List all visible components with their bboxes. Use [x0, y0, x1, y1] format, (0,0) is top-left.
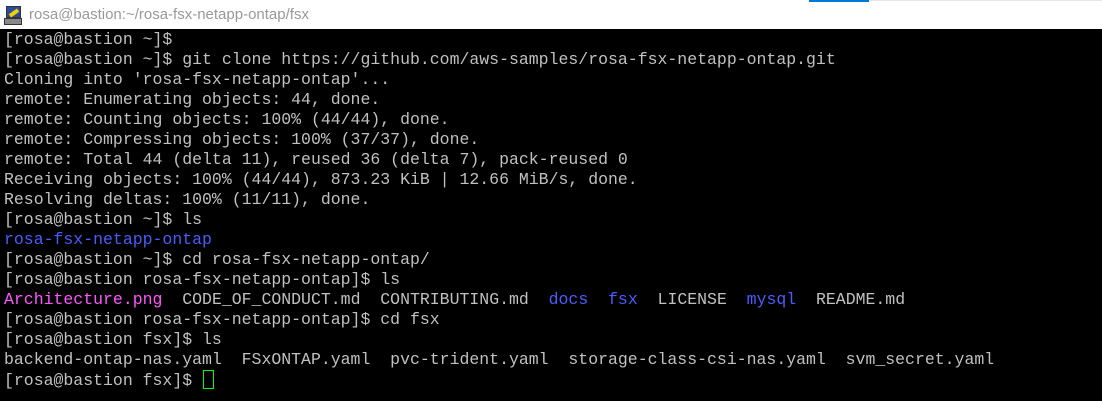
- terminal-text: [rosa@bastion ~]$ cd rosa-fsx-netapp-ont…: [4, 250, 430, 269]
- window-title: rosa@bastion:~/rosa-fsx-netapp-ontap/fsx: [29, 6, 309, 23]
- terminal-line: [rosa@bastion ~]$ ls: [4, 210, 1102, 230]
- terminal-line: [rosa@bastion ~]$ cd rosa-fsx-netapp-ont…: [4, 250, 1102, 270]
- terminal-line: backend-ontap-nas.yaml FSxONTAP.yaml pvc…: [4, 350, 1102, 370]
- terminal-text: remote: Compressing objects: 100% (37/37…: [4, 130, 480, 149]
- terminal-line: [rosa@bastion ~]$ git clone https://gith…: [4, 50, 1102, 70]
- active-tab-indicator: [809, 0, 869, 2]
- terminal-line: Cloning into 'rosa-fsx-netapp-ontap'...: [4, 70, 1102, 90]
- terminal-text: [rosa@bastion ~]$ git clone https://gith…: [4, 50, 836, 69]
- terminal-text: remote: Counting objects: 100% (44/44), …: [4, 110, 450, 129]
- terminal-text: README.md: [796, 290, 906, 309]
- terminal-text: [rosa@bastion ~]$ ls: [4, 210, 203, 229]
- terminal-text: LICENSE: [637, 290, 747, 309]
- terminal-text: Cloning into 'rosa-fsx-netapp-ontap'...: [4, 70, 391, 89]
- window-titlebar: rosa@bastion:~/rosa-fsx-netapp-ontap/fsx: [0, 0, 1102, 29]
- terminal-line: [rosa@bastion rosa-fsx-netapp-ontap]$ ls: [4, 270, 1102, 290]
- terminal-line: remote: Enumerating objects: 44, done.: [4, 90, 1102, 110]
- terminal-text: [rosa@bastion rosa-fsx-netapp-ontap]$ ls: [4, 270, 401, 289]
- terminal-line: [rosa@bastion fsx]$ ls: [4, 330, 1102, 350]
- terminal-line: remote: Total 44 (delta 11), reused 36 (…: [4, 150, 1102, 170]
- terminal-line: Resolving deltas: 100% (11/11), done.: [4, 190, 1102, 210]
- terminal-text: Receiving objects: 100% (44/44), 873.23 …: [4, 170, 638, 189]
- terminal-text: backend-ontap-nas.yaml FSxONTAP.yaml pvc…: [4, 350, 995, 369]
- directory-entry: rosa-fsx-netapp-ontap: [4, 230, 212, 249]
- putty-icon[interactable]: [3, 5, 23, 25]
- directory-entry: docs: [548, 290, 589, 309]
- terminal-text: [rosa@bastion fsx]$ ls: [4, 330, 222, 349]
- terminal-text: Resolving deltas: 100% (11/11), done.: [4, 190, 371, 209]
- terminal-line: Architecture.png CODE_OF_CONDUCT.md CONT…: [4, 290, 1102, 310]
- terminal-line: [rosa@bastion fsx]$: [4, 370, 1102, 390]
- terminal-text: [rosa@bastion ~]$: [4, 30, 183, 49]
- terminal-line: [rosa@bastion ~]$: [4, 30, 1102, 50]
- directory-entry: fsx: [608, 290, 638, 309]
- tab-strip: [809, 0, 1102, 2]
- terminal-line: remote: Compressing objects: 100% (37/37…: [4, 130, 1102, 150]
- terminal-text: remote: Enumerating objects: 44, done.: [4, 90, 381, 109]
- terminal-output[interactable]: [rosa@bastion ~]$ [rosa@bastion ~]$ git …: [4, 30, 1102, 401]
- directory-entry: mysql: [746, 290, 797, 309]
- terminal-text: CODE_OF_CONDUCT.md CONTRIBUTING.md: [162, 290, 549, 309]
- terminal-text: [rosa@bastion fsx]$: [4, 371, 203, 390]
- terminal-text: remote: Total 44 (delta 11), reused 36 (…: [4, 150, 628, 169]
- terminal-line: [rosa@bastion rosa-fsx-netapp-ontap]$ cd…: [4, 310, 1102, 330]
- terminal-text: [rosa@bastion rosa-fsx-netapp-ontap]$ cd…: [4, 310, 440, 329]
- terminal-line: remote: Counting objects: 100% (44/44), …: [4, 110, 1102, 130]
- terminal-line: rosa-fsx-netapp-ontap: [4, 230, 1102, 250]
- terminal-line: Receiving objects: 100% (44/44), 873.23 …: [4, 170, 1102, 190]
- image-file-entry: Architecture.png: [4, 290, 163, 309]
- terminal-cursor: [203, 370, 215, 389]
